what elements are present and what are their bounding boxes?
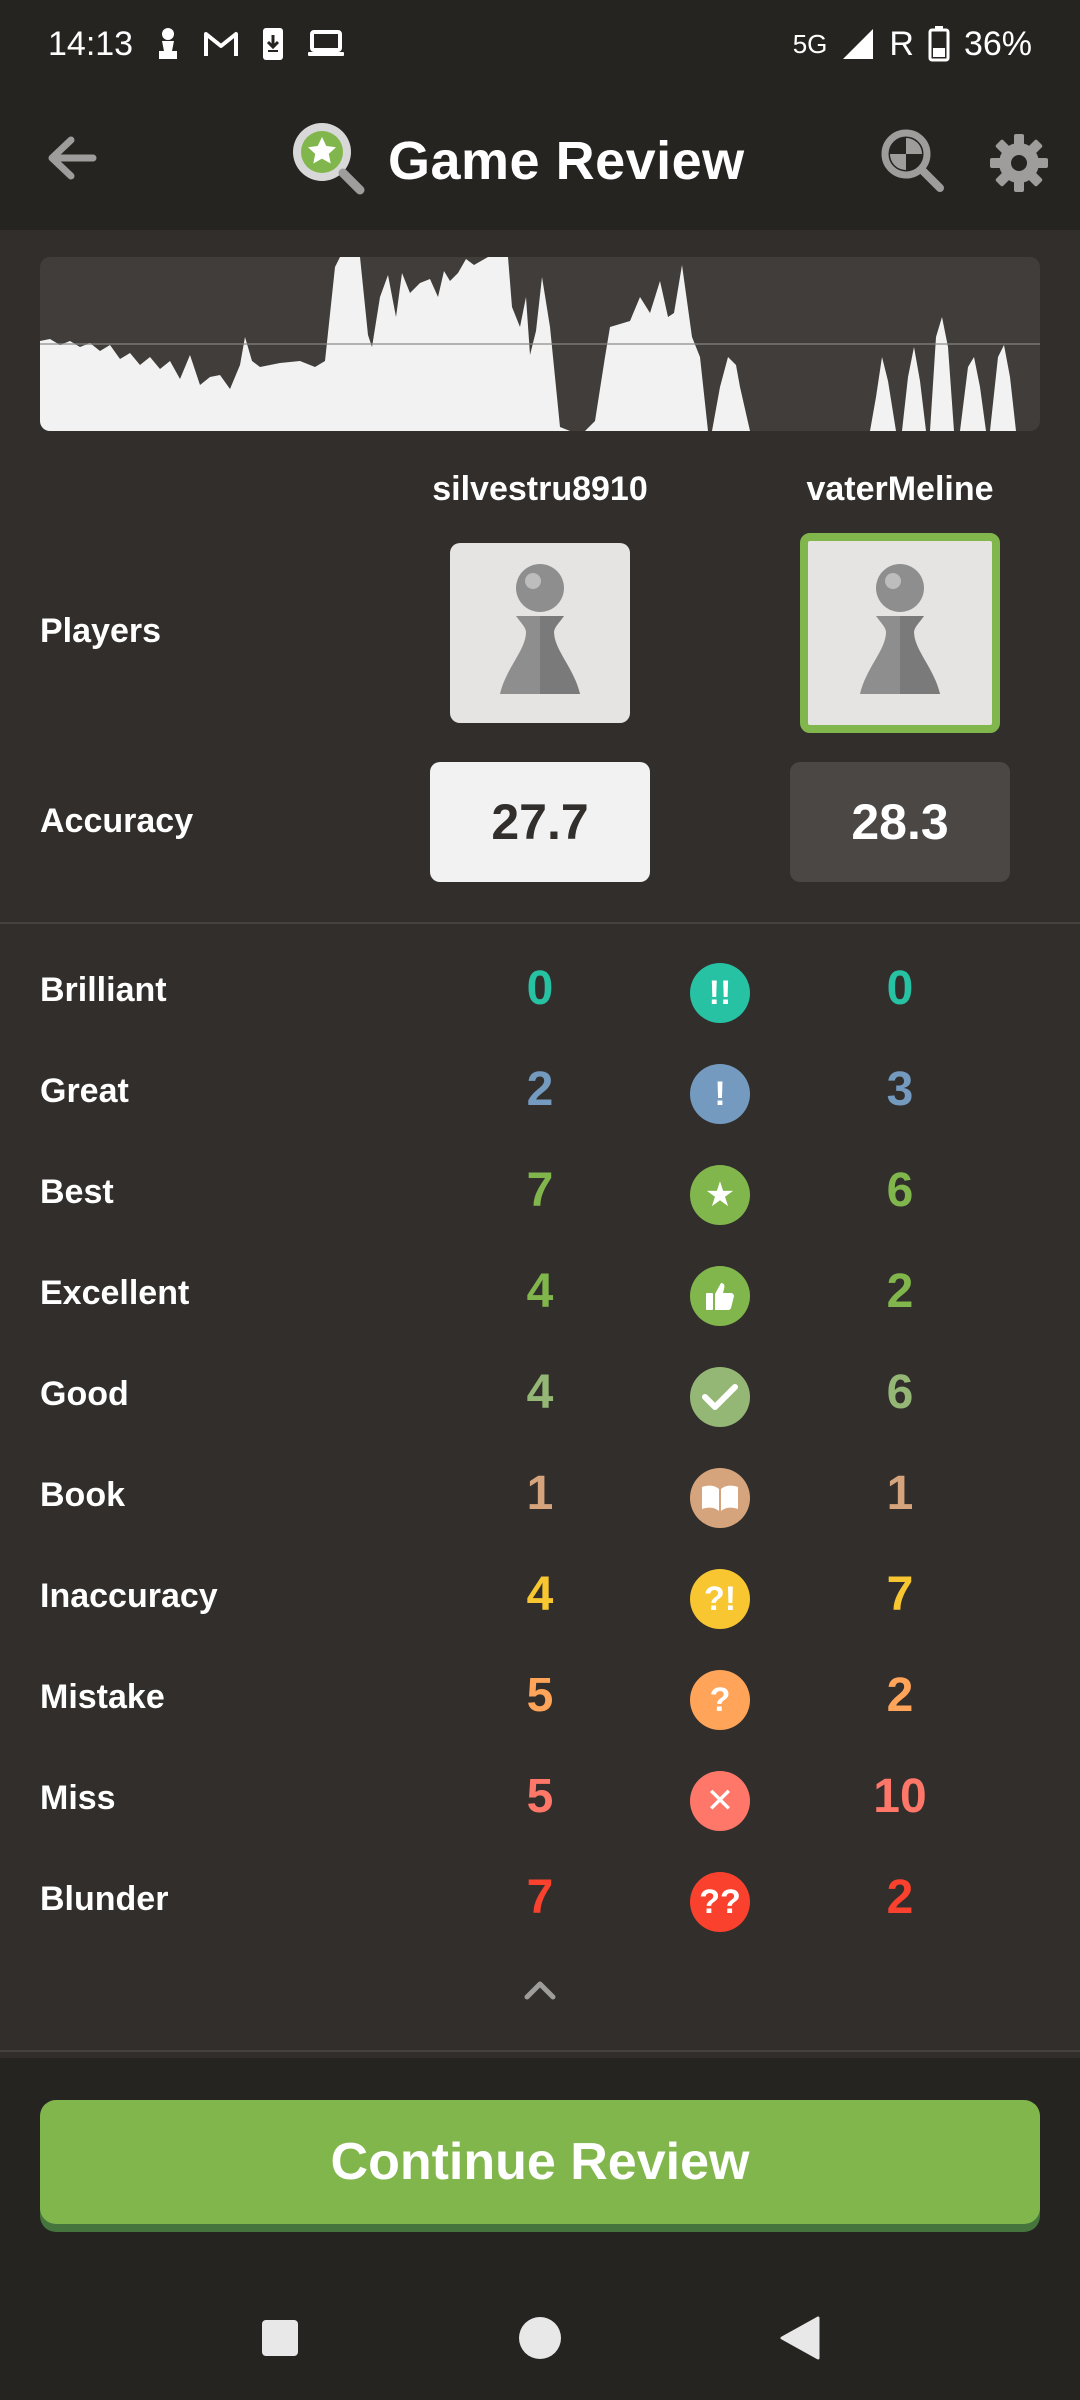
game-review-logo-icon xyxy=(290,120,366,201)
recents-button[interactable] xyxy=(250,2310,310,2370)
mistake-icon: ? xyxy=(690,1670,750,1730)
black-count: 1 xyxy=(886,1467,914,1520)
stat-row-mistake: Mistake 5 ? 2 xyxy=(0,1650,1080,1750)
battery-icon xyxy=(928,26,950,62)
white-count: 5 xyxy=(526,1669,554,1722)
white-count: 5 xyxy=(526,1770,554,1823)
page-title: Game Review xyxy=(388,130,745,191)
stat-label: Good xyxy=(40,1375,129,1413)
miss-x-icon: ✕ xyxy=(690,1771,750,1831)
download-phone-icon xyxy=(261,27,285,61)
black-count: 2 xyxy=(886,1265,914,1318)
book-icon xyxy=(690,1468,750,1528)
great-icon: ! xyxy=(690,1064,750,1124)
pawn-avatar-icon xyxy=(830,556,970,711)
chevron-up-icon xyxy=(523,1979,557,2006)
stat-label: Book xyxy=(40,1476,125,1514)
black-count: 6 xyxy=(886,1366,914,1419)
white-count: 2 xyxy=(526,1063,554,1116)
checkmark-icon xyxy=(690,1367,750,1427)
black-accuracy: 28.3 xyxy=(790,762,1010,882)
thumbs-up-icon xyxy=(690,1266,750,1326)
battery-level: 36% xyxy=(963,24,1032,63)
header-title: Game Review xyxy=(290,120,745,201)
stat-label: Brilliant xyxy=(40,971,167,1009)
back-nav-button[interactable] xyxy=(770,2310,830,2370)
stat-label: Best xyxy=(40,1173,114,1211)
collapse-button[interactable] xyxy=(510,1970,570,2014)
back-triangle-icon xyxy=(778,2315,822,2366)
stat-label: Blunder xyxy=(40,1880,169,1918)
black-player-avatar[interactable] xyxy=(800,533,1000,733)
stat-label: Great xyxy=(40,1072,129,1110)
best-star-icon: ★ xyxy=(690,1165,750,1225)
section-divider xyxy=(0,922,1080,924)
recents-square-icon xyxy=(260,2318,300,2363)
white-count: 7 xyxy=(526,1871,554,1924)
status-bar: 14:13 5G R 36% xyxy=(0,0,1080,88)
white-count: 4 xyxy=(526,1265,554,1318)
stat-row-great: Great 2 ! 3 xyxy=(0,1044,1080,1144)
stat-row-excellent: Excellent 4 2 xyxy=(0,1246,1080,1346)
black-count: 3 xyxy=(886,1063,914,1116)
settings-icon xyxy=(988,134,1050,198)
back-button[interactable] xyxy=(40,128,104,192)
players-label: Players xyxy=(40,612,161,650)
black-count: 0 xyxy=(886,962,914,1015)
accuracy-label: Accuracy xyxy=(40,802,194,840)
inaccuracy-icon: ?! xyxy=(690,1569,750,1629)
brilliant-icon: !! xyxy=(690,963,750,1023)
stat-row-best: Best 7 ★ 6 xyxy=(0,1145,1080,1245)
stat-row-good: Good 4 6 xyxy=(0,1347,1080,1447)
chess-pawn-icon xyxy=(155,27,181,61)
analysis-icon xyxy=(878,129,948,200)
black-count: 2 xyxy=(886,1871,914,1924)
analysis-button[interactable] xyxy=(878,126,948,196)
white-player-avatar[interactable] xyxy=(450,543,630,723)
white-accuracy: 27.7 xyxy=(430,762,650,882)
black-count: 7 xyxy=(886,1568,914,1621)
network-type: 5G xyxy=(792,28,828,59)
black-count: 10 xyxy=(873,1770,927,1823)
black-count: 6 xyxy=(886,1164,914,1217)
status-time: 14:13 xyxy=(48,24,134,63)
roaming-indicator: R xyxy=(889,24,914,63)
pawn-avatar-icon xyxy=(470,556,610,711)
system-nav-bar xyxy=(0,2280,1080,2400)
evaluation-graph-svg xyxy=(40,257,1040,431)
white-count: 1 xyxy=(526,1467,554,1520)
white-count: 0 xyxy=(526,962,554,1015)
stat-row-book: Book 1 1 xyxy=(0,1448,1080,1548)
white-count: 4 xyxy=(526,1366,554,1419)
stat-label: Mistake xyxy=(40,1678,165,1716)
home-button[interactable] xyxy=(510,2310,570,2370)
stat-row-blunder: Blunder 7 ?? 2 xyxy=(0,1852,1080,1952)
stat-row-inaccuracy: Inaccuracy 4 ?! 7 xyxy=(0,1549,1080,1649)
blunder-icon: ?? xyxy=(690,1872,750,1932)
home-circle-icon xyxy=(517,2315,563,2366)
stat-label: Miss xyxy=(40,1779,116,1817)
stat-label: Inaccuracy xyxy=(40,1577,218,1615)
white-count: 7 xyxy=(526,1164,554,1217)
evaluation-graph[interactable] xyxy=(40,257,1040,431)
settings-button[interactable] xyxy=(988,132,1050,194)
signal-icon xyxy=(841,27,875,61)
bottom-divider xyxy=(0,2050,1080,2052)
white-count: 4 xyxy=(526,1568,554,1621)
continue-review-button[interactable]: Continue Review xyxy=(40,2100,1040,2224)
stat-label: Excellent xyxy=(40,1274,190,1312)
laptop-icon xyxy=(307,29,345,59)
back-arrow-icon xyxy=(47,136,97,185)
stat-row-miss: Miss 5 ✕ 10 xyxy=(0,1751,1080,1851)
gmail-icon xyxy=(203,30,239,58)
app-bar: Game Review xyxy=(0,88,1080,230)
stat-row-brilliant: Brilliant 0 !! 0 xyxy=(0,943,1080,1043)
black-player-name[interactable]: vaterMeline xyxy=(770,470,1030,509)
white-player-name[interactable]: silvestru8910 xyxy=(410,470,670,509)
black-count: 2 xyxy=(886,1669,914,1722)
